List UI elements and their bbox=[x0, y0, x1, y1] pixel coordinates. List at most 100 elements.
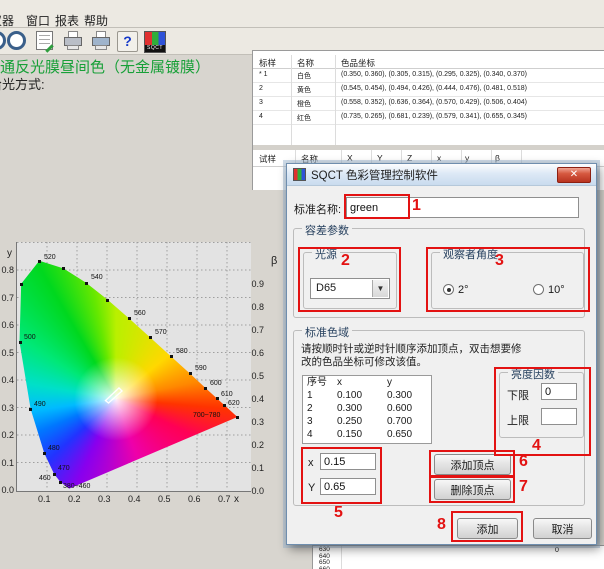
annotation-number-8: 8 bbox=[437, 516, 446, 534]
x-tick: 0.7 bbox=[218, 494, 231, 504]
document-subtitle: 给光方式: bbox=[0, 74, 45, 93]
vertex-row[interactable]: 1 0.100 0.300 bbox=[303, 389, 431, 402]
light-source-select[interactable]: D65 ▼ bbox=[310, 278, 390, 299]
beta-tick: 0.2 bbox=[244, 440, 264, 450]
column-header: 名称 bbox=[297, 57, 314, 69]
x-coordinate-label: x bbox=[308, 457, 314, 469]
cancel-button[interactable]: 取消 bbox=[533, 518, 592, 539]
x-tick: 0.3 bbox=[98, 494, 111, 504]
y-tick: 0.2 bbox=[0, 430, 14, 440]
cell: 1 bbox=[303, 389, 333, 402]
vertex-row[interactable]: 3 0.250 0.700 bbox=[303, 415, 431, 428]
chevron-down-icon[interactable]: ▼ bbox=[372, 280, 388, 297]
y-coordinate-input[interactable] bbox=[320, 478, 376, 495]
annotation-number-5: 5 bbox=[334, 504, 343, 522]
print-export-icon[interactable] bbox=[90, 30, 113, 53]
beta-tick: 0.3 bbox=[244, 417, 264, 427]
x-coordinate-input[interactable] bbox=[320, 453, 376, 470]
table-row[interactable]: 3 橙色 (0.558, 0.352), (0.636, 0.364), (0.… bbox=[253, 97, 604, 111]
wavelength-label: 500 bbox=[24, 334, 36, 341]
spectral-locus-marker bbox=[189, 372, 192, 375]
y-tick: 0.3 bbox=[0, 403, 14, 413]
table-row[interactable]: 2 黄色 (0.545, 0.454), (0.494, 0.426), (0.… bbox=[253, 83, 604, 97]
spectral-locus-marker bbox=[128, 317, 131, 320]
upper-limit-label: 上限 bbox=[507, 412, 529, 428]
vertex-table[interactable]: 序号 x y 1 0.100 0.300 2 0.300 0.600 3 0.2… bbox=[302, 375, 432, 444]
beta-tick: 0.5 bbox=[244, 371, 264, 381]
x-tick: 0.1 bbox=[38, 494, 51, 504]
wavelength-label: 700~780 bbox=[193, 412, 220, 419]
wavelength-label: 590 bbox=[195, 365, 207, 372]
spectral-locus-marker bbox=[236, 416, 239, 419]
radio-10-degree[interactable] bbox=[533, 284, 544, 295]
group-label: 观察者角度 bbox=[440, 246, 501, 262]
menu-item-report[interactable]: 报表 bbox=[55, 12, 79, 29]
lower-limit-label: 下限 bbox=[507, 387, 529, 403]
spectral-locus-marker bbox=[223, 404, 226, 407]
cell: 0.250 bbox=[333, 415, 383, 428]
add-button[interactable]: 添加 bbox=[457, 518, 518, 539]
cell: 0.150 bbox=[333, 428, 383, 441]
group-label: 标准色域 bbox=[302, 324, 352, 340]
menu-item-help[interactable]: 帮助 bbox=[84, 12, 108, 29]
row-coords: (0.735, 0.265), (0.681, 0.239), (0.579, … bbox=[341, 113, 527, 120]
radio-label: 2° bbox=[458, 284, 469, 296]
y-tick: 0.8 bbox=[0, 265, 14, 275]
note-edit-icon[interactable] bbox=[34, 30, 57, 53]
print-icon[interactable] bbox=[62, 30, 85, 53]
cell: 0.100 bbox=[333, 389, 383, 402]
gridline bbox=[291, 55, 292, 145]
menu-item-window[interactable]: 窗口 bbox=[26, 12, 50, 29]
standard-name-input[interactable] bbox=[346, 197, 579, 218]
circle-icon[interactable] bbox=[6, 30, 29, 53]
beta-tick: 0.8 bbox=[244, 302, 264, 312]
close-button[interactable]: ✕ bbox=[557, 167, 591, 183]
spectral-locus-marker bbox=[29, 408, 32, 411]
delete-vertex-button[interactable]: 删除顶点 bbox=[434, 479, 511, 500]
cell: 4 bbox=[303, 428, 333, 441]
cell: 0.600 bbox=[383, 402, 429, 415]
y-tick: 0.7 bbox=[0, 293, 14, 303]
wavelength-label: 460 bbox=[39, 475, 51, 482]
group-label: 容差参数 bbox=[302, 222, 352, 238]
add-vertex-button[interactable]: 添加顶点 bbox=[434, 454, 511, 475]
app-window: 仪器 窗口 报表 帮助 ? SQCT 通反光膜昼间色（无金属镀膜） 给光方式: … bbox=[0, 0, 604, 569]
group-label: 光源 bbox=[312, 246, 340, 262]
upper-limit-input[interactable] bbox=[541, 408, 577, 425]
beta-axis-title: β bbox=[271, 255, 277, 267]
lower-limit-input[interactable] bbox=[541, 383, 577, 400]
column-header: 序号 bbox=[303, 376, 333, 389]
vertex-row[interactable]: 4 0.150 0.650 bbox=[303, 428, 431, 441]
table-row[interactable]: * 1 白色 (0.350, 0.360), (0.305, 0.315), (… bbox=[253, 69, 604, 83]
wavelength-label: 610 bbox=[221, 391, 233, 398]
wavelength-label: 490 bbox=[34, 401, 46, 408]
gridline bbox=[335, 55, 336, 145]
color-standard-dialog: SQCT 色彩管理控制软件 ✕ 标准名称: 容差参数 光源 D65 ▼ 观察者角… bbox=[286, 163, 597, 545]
x-tick: 0.2 bbox=[68, 494, 81, 504]
spectral-locus-marker bbox=[204, 387, 207, 390]
help-icon[interactable]: ? bbox=[116, 30, 139, 53]
menu-item-instrument[interactable]: 仪器 bbox=[0, 12, 14, 29]
wavelength-label: 540 bbox=[91, 274, 103, 281]
observer-angle-group: 观察者角度 bbox=[431, 252, 584, 309]
row-name: 橙色 bbox=[297, 99, 311, 109]
y-tick: 0.5 bbox=[0, 348, 14, 358]
spectral-locus-marker bbox=[43, 452, 46, 455]
selected-value: D65 bbox=[316, 282, 336, 294]
wavelength-label: 620 bbox=[228, 400, 240, 407]
table-row[interactable]: 4 红色 (0.735, 0.265), (0.681, 0.239), (0.… bbox=[253, 111, 604, 125]
radio-2-degree[interactable] bbox=[443, 284, 454, 295]
wavelength-label: 380~460 bbox=[63, 483, 90, 490]
vertex-row[interactable]: 2 0.300 0.600 bbox=[303, 402, 431, 415]
column-header: Z bbox=[407, 153, 412, 163]
cell: 0.650 bbox=[383, 428, 429, 441]
dialog-titlebar[interactable]: SQCT 色彩管理控制软件 bbox=[287, 164, 596, 186]
y-tick: 0.1 bbox=[0, 458, 14, 468]
spectral-locus-marker bbox=[170, 355, 173, 358]
row-id: 3 bbox=[259, 99, 263, 106]
row-coords: (0.545, 0.454), (0.494, 0.426), (0.444, … bbox=[341, 85, 527, 92]
cell: 3 bbox=[303, 415, 333, 428]
beta-tick: 0.1 bbox=[244, 463, 264, 473]
sqct-logo-icon[interactable]: SQCT bbox=[143, 30, 166, 53]
cell: 0.700 bbox=[383, 415, 429, 428]
